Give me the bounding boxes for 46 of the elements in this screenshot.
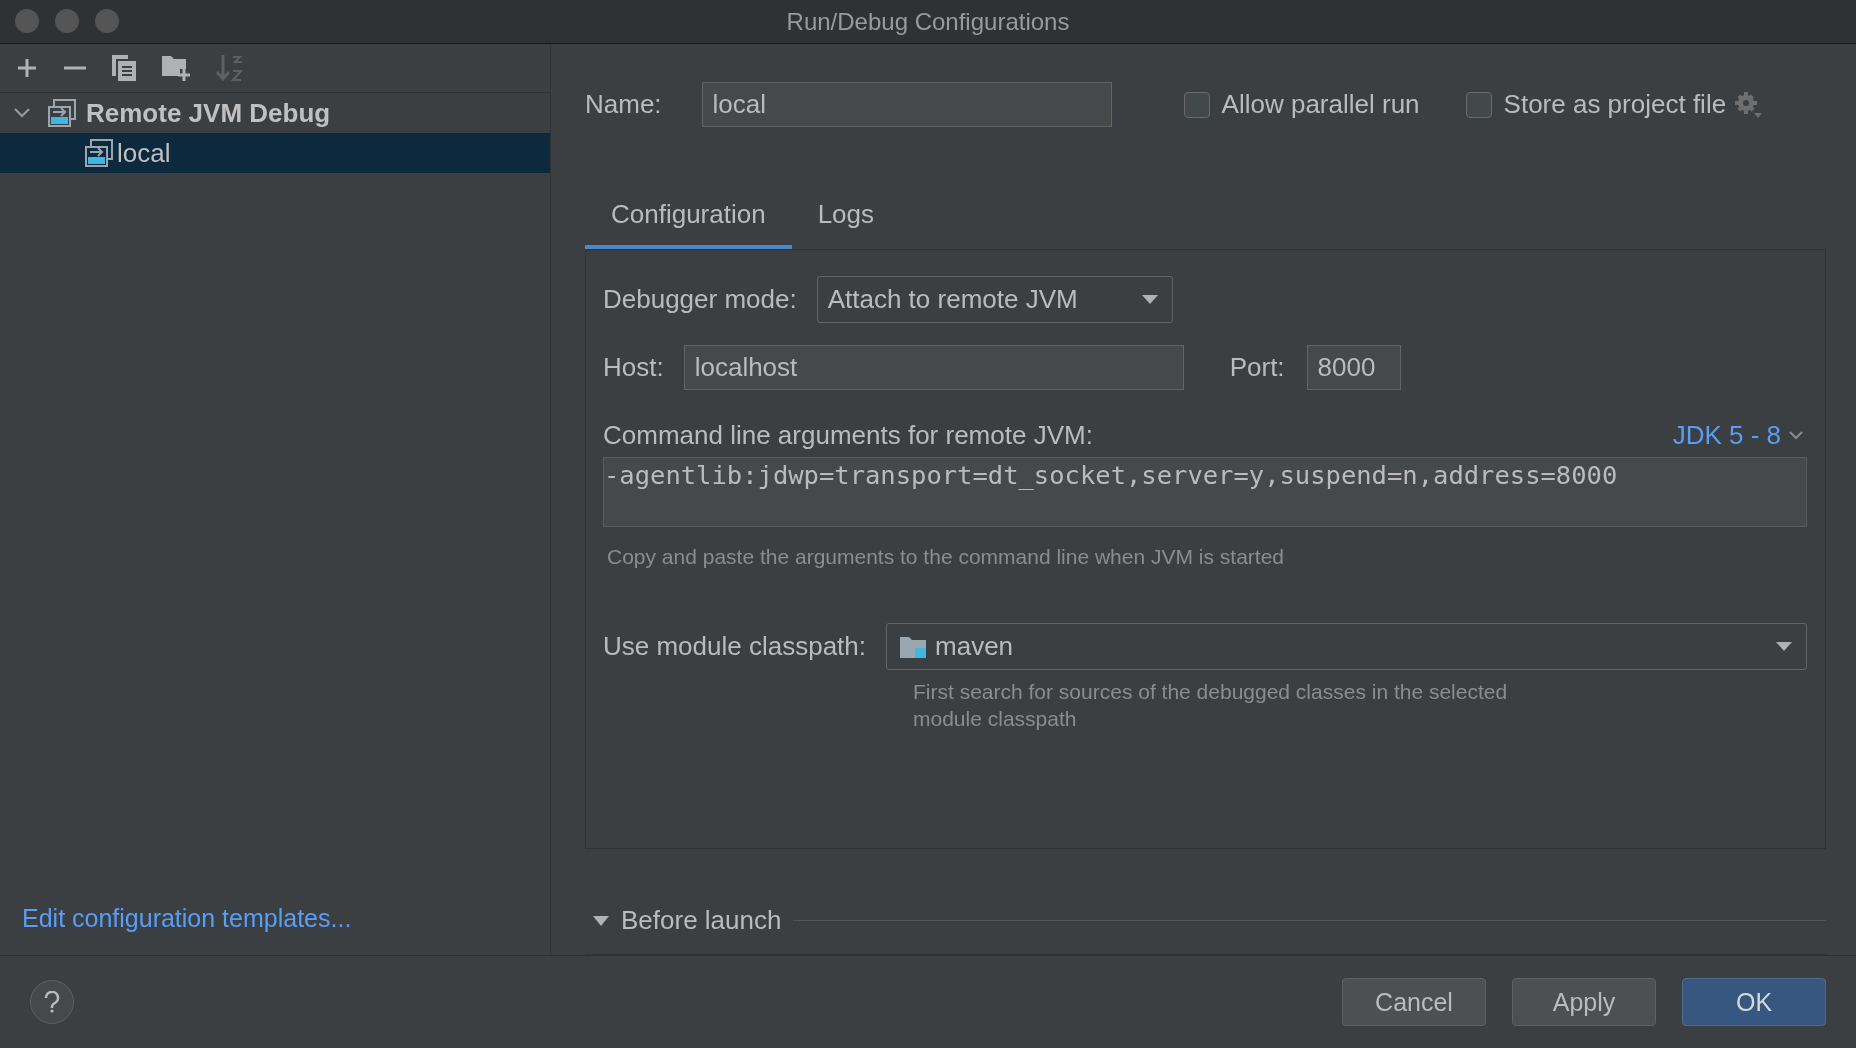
dialog-button[interactable]: Cancel <box>1342 978 1486 1026</box>
copy-icon[interactable] <box>111 54 137 82</box>
classpath-hint: First search for sources of the debugged classes in the selected module classpath <box>913 679 1509 732</box>
jdk-version-link[interactable]: JDK 5 - 8 <box>1672 420 1803 451</box>
checkbox-label: Store as project file <box>1503 89 1727 120</box>
section-title: Before launch <box>621 905 782 936</box>
tab[interactable]: Configuration <box>585 187 792 249</box>
collapse-icon[interactable] <box>593 914 609 927</box>
add-icon[interactable] <box>15 56 39 80</box>
remote-debug-icon <box>85 139 113 167</box>
dialog-button[interactable]: Apply <box>1512 978 1656 1026</box>
port-field[interactable]: 8000 <box>1306 345 1401 390</box>
host-label: Host: <box>603 352 664 383</box>
name-field[interactable]: local <box>701 82 1112 127</box>
remote-debug-icon <box>48 99 76 127</box>
question-mark-icon <box>44 991 60 1013</box>
port-label: Port: <box>1229 352 1285 383</box>
classpath-dropdown[interactable]: maven <box>886 623 1807 670</box>
remove-icon[interactable] <box>63 66 87 70</box>
dropdown-arrow-icon <box>1141 294 1158 305</box>
tab[interactable]: Logs <box>791 187 901 249</box>
name-label: Name: <box>585 89 662 120</box>
window-title: Run/Debug Configurations <box>786 7 1070 36</box>
dropdown-value: maven <box>935 631 1015 662</box>
edit-templates-link[interactable]: Edit configuration templates... <box>22 904 352 933</box>
host-field[interactable]: localhost <box>683 345 1184 390</box>
folder-icon <box>899 634 928 659</box>
tree-item[interactable]: Remote JVM Debug <box>0 93 550 133</box>
dropdown-arrow-icon <box>1776 641 1792 652</box>
help-button[interactable] <box>30 980 74 1024</box>
command-line-field[interactable]: -agentlib:jdwp=transport=dt_socket,server=y,suspend=n,address=8000 <box>603 457 1807 527</box>
classpath-label: Use module classpath: <box>603 631 867 662</box>
dialog-button[interactable]: OK <box>1682 978 1826 1026</box>
chevron-icon[interactable] <box>14 108 30 118</box>
checkbox[interactable] <box>1183 91 1210 118</box>
new-folder-icon[interactable] <box>161 54 191 82</box>
checkbox[interactable] <box>1465 91 1492 118</box>
debugger-mode-dropdown[interactable]: Attach to remote JVM <box>816 276 1173 323</box>
debugger-mode-label: Debugger mode: <box>603 284 797 315</box>
command-line-label: Command line arguments for remote JVM: <box>603 420 1093 451</box>
command-line-hint: Copy and paste the arguments to the command line when JVM is started <box>607 545 1286 569</box>
checkbox-label: Allow parallel run <box>1221 89 1420 120</box>
dropdown-value: Attach to remote JVM <box>827 284 1078 315</box>
settings-icon[interactable] <box>1734 90 1763 119</box>
tree-item[interactable]: local <box>0 133 550 173</box>
chevron-icon <box>1789 431 1803 440</box>
